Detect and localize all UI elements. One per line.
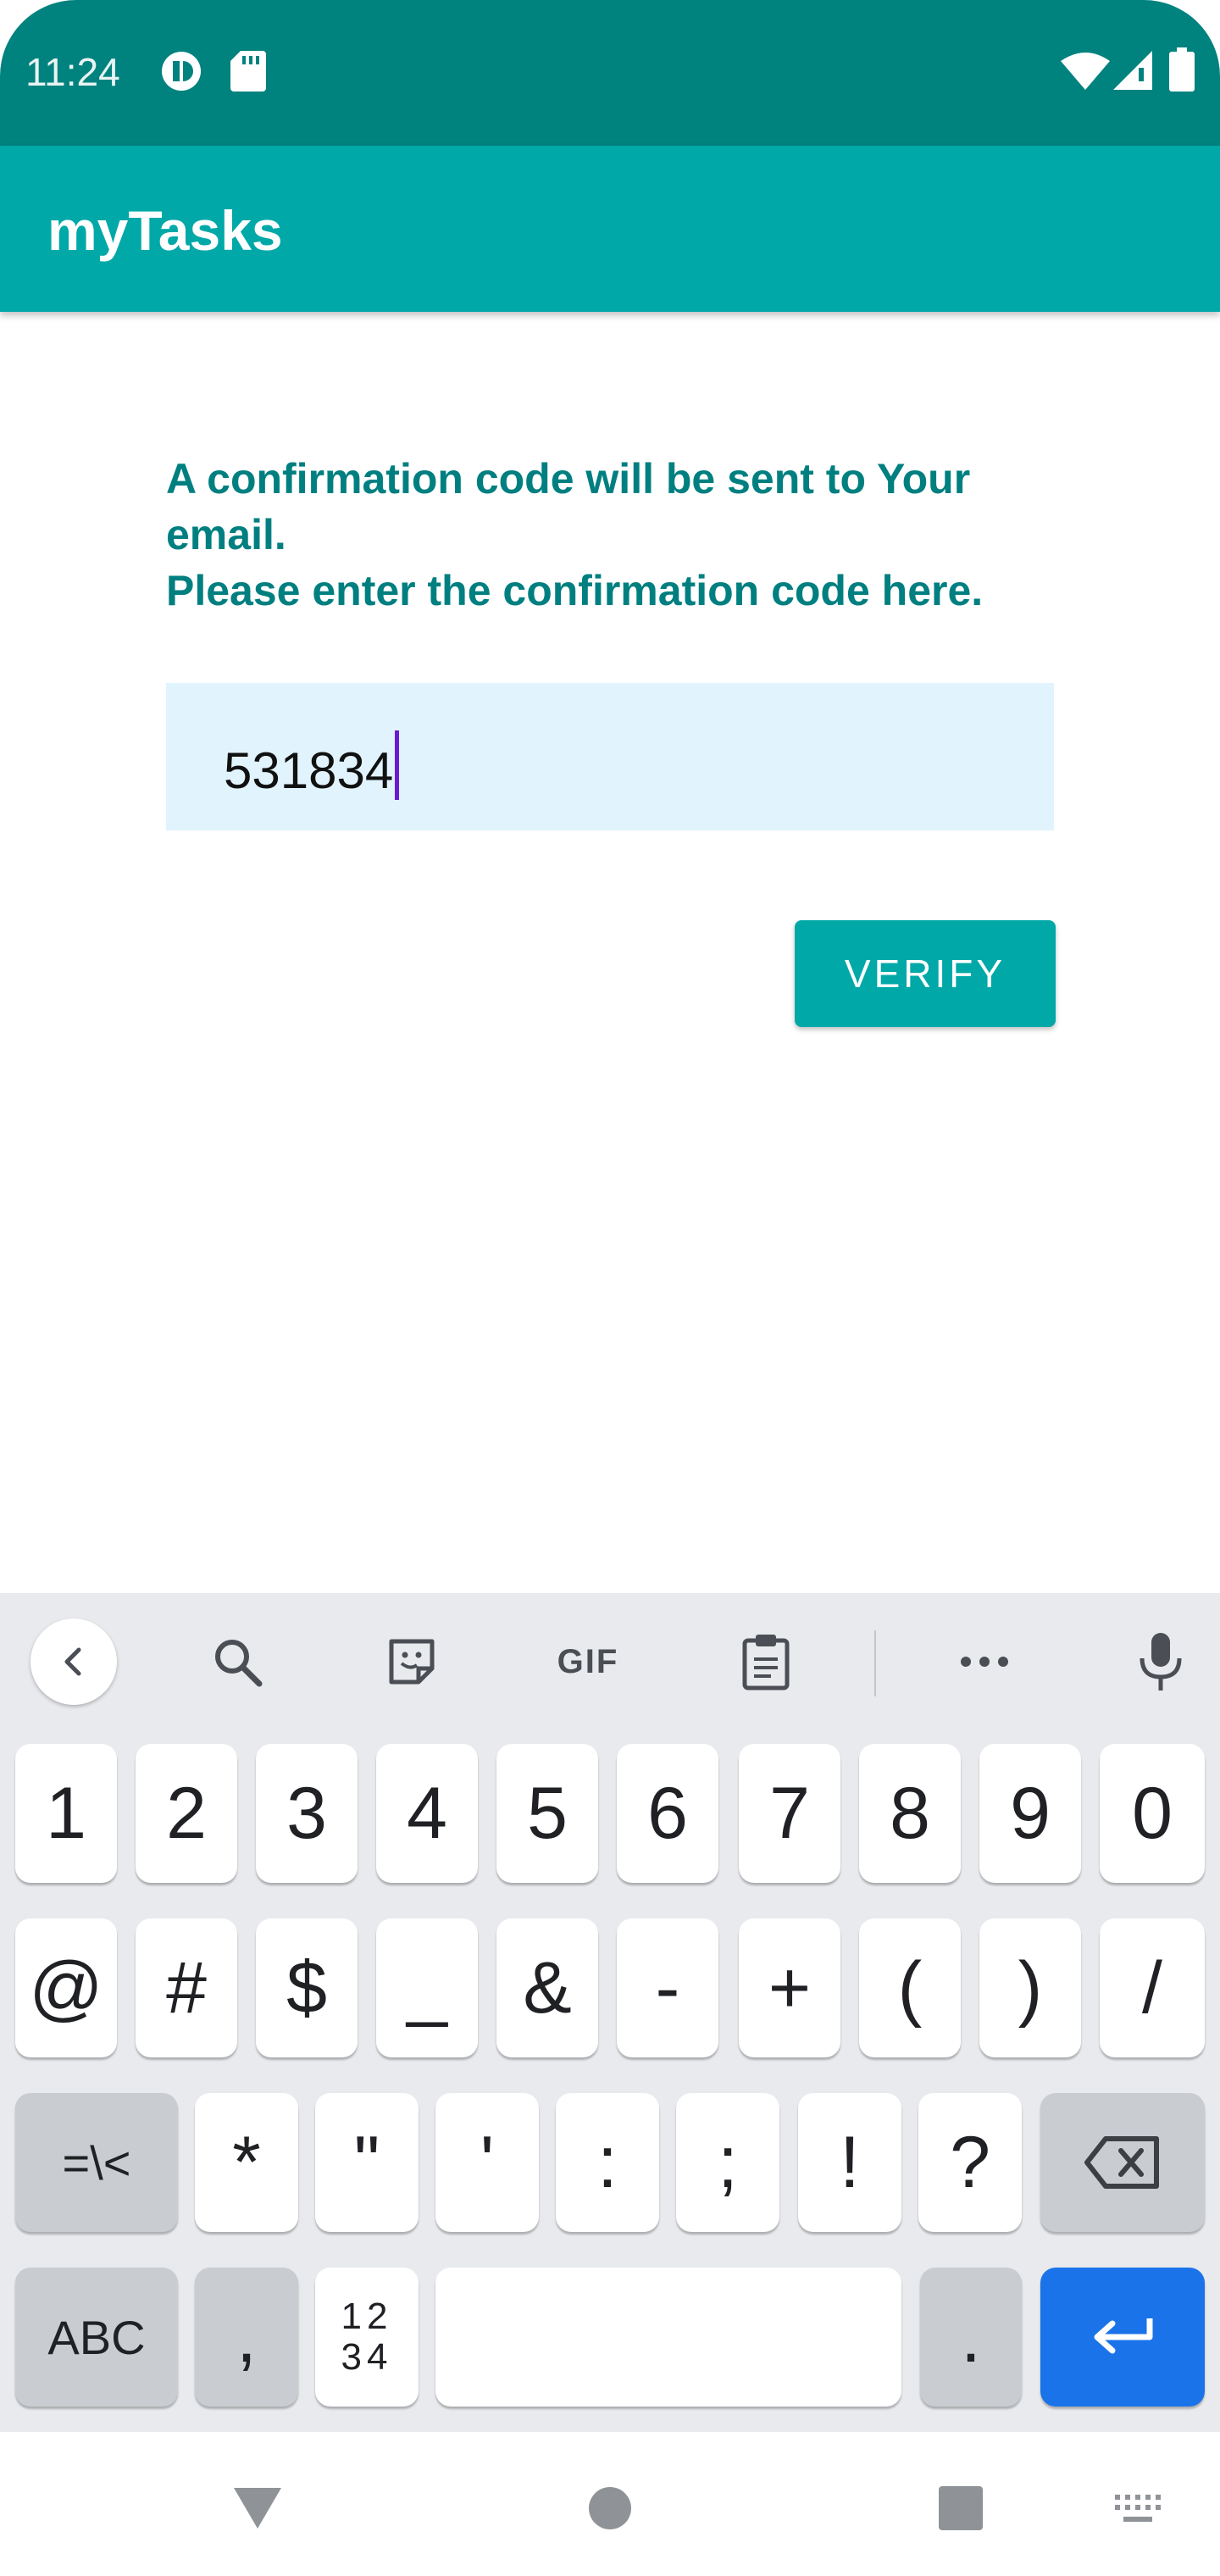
wifi-icon xyxy=(1061,53,1110,90)
chevron-left-icon xyxy=(64,1647,81,1676)
status-bar: 11:24 xyxy=(0,0,1220,146)
signal-icon xyxy=(1113,51,1152,90)
keyboard-voice-button[interactable] xyxy=(1118,1624,1203,1700)
key[interactable]: ' xyxy=(435,2093,539,2232)
backspace-key[interactable] xyxy=(1040,2093,1205,2232)
key[interactable]: * xyxy=(195,2093,298,2232)
toolbar-divider xyxy=(874,1630,876,1696)
soft-keyboard: GIF 1 2 3 4 5 6 7 8 9 0 @ # $ _ & - + (… xyxy=(0,1593,1220,2432)
numpad-key[interactable]: 12 34 xyxy=(315,2268,419,2407)
key[interactable]: + xyxy=(739,1918,840,2057)
comma-key[interactable]: , xyxy=(195,2268,298,2407)
period-key[interactable]: . xyxy=(920,2268,1022,2407)
clipboard-icon xyxy=(742,1635,790,1690)
key[interactable]: ? xyxy=(918,2093,1022,2232)
key[interactable]: 2 xyxy=(136,1744,237,1883)
key[interactable]: / xyxy=(1100,1918,1205,2057)
backspace-icon xyxy=(1084,2136,1159,2189)
key[interactable]: 3 xyxy=(256,1744,358,1883)
key[interactable]: ; xyxy=(676,2093,779,2232)
abc-key[interactable]: ABC xyxy=(15,2268,178,2407)
sticker-icon xyxy=(389,1639,435,1685)
confirmation-message: A confirmation code will be sent to Your… xyxy=(166,451,1064,619)
keyboard-sticker-button[interactable] xyxy=(369,1624,454,1700)
key[interactable]: 7 xyxy=(739,1744,840,1883)
message-line: Please enter the confirmation code here. xyxy=(166,567,984,614)
more-icon xyxy=(961,1657,1008,1667)
key[interactable]: " xyxy=(315,2093,419,2232)
key[interactable]: : xyxy=(556,2093,659,2232)
key[interactable]: 4 xyxy=(376,1744,478,1883)
key[interactable]: 5 xyxy=(496,1744,598,1883)
key[interactable]: ) xyxy=(979,1918,1081,2057)
key[interactable]: _ xyxy=(376,1918,478,2057)
text-cursor xyxy=(395,730,400,800)
keyboard-gif-button[interactable]: GIF xyxy=(546,1624,630,1700)
enter-icon xyxy=(1094,2318,1153,2354)
data-saver-icon xyxy=(162,52,201,91)
keyboard-toolbar: GIF xyxy=(0,1593,1220,1729)
verify-button[interactable]: VERIFY xyxy=(795,920,1056,1027)
navigation-bar xyxy=(0,2432,1220,2576)
keyboard-clipboard-button[interactable] xyxy=(724,1624,808,1700)
keyboard-more-button[interactable] xyxy=(942,1624,1027,1700)
status-time: 11:24 xyxy=(25,50,120,94)
numpad-label-top: 12 xyxy=(341,2296,393,2337)
microphone-icon xyxy=(1140,1633,1182,1690)
app-bar: myTasks xyxy=(0,146,1220,312)
symbol-mode-key[interactable]: =\< xyxy=(15,2093,178,2232)
key[interactable]: 9 xyxy=(979,1744,1081,1883)
confirmation-code-input[interactable]: 531834 xyxy=(166,683,1054,830)
key[interactable]: # xyxy=(136,1918,237,2057)
battery-icon xyxy=(1169,47,1195,92)
home-nav-icon[interactable] xyxy=(588,2486,632,2530)
message-line: A confirmation code will be sent to Your xyxy=(166,455,971,502)
enter-key[interactable] xyxy=(1040,2268,1205,2407)
key[interactable]: @ xyxy=(15,1918,117,2057)
key[interactable]: $ xyxy=(256,1918,358,2057)
key[interactable]: 8 xyxy=(859,1744,961,1883)
gif-label: GIF xyxy=(557,1642,619,1680)
keyboard-switch-icon[interactable] xyxy=(1113,2493,1162,2525)
space-key[interactable] xyxy=(435,2268,901,2407)
keyboard-back-button[interactable] xyxy=(30,1618,117,1705)
key[interactable]: 1 xyxy=(15,1744,117,1883)
key[interactable]: ! xyxy=(798,2093,901,2232)
key[interactable]: 0 xyxy=(1100,1744,1205,1883)
app-title: myTasks xyxy=(47,199,283,262)
code-value: 531834 xyxy=(224,742,394,799)
key[interactable]: & xyxy=(496,1918,598,2057)
sd-card-icon xyxy=(230,51,266,92)
key[interactable]: - xyxy=(617,1918,718,2057)
key[interactable]: 6 xyxy=(617,1744,718,1883)
back-nav-icon[interactable] xyxy=(232,2486,283,2530)
keyboard-search-button[interactable] xyxy=(195,1624,280,1700)
search-icon xyxy=(215,1640,263,1687)
message-line: email. xyxy=(166,511,286,558)
numpad-label-bottom: 34 xyxy=(341,2336,393,2378)
key[interactable]: ( xyxy=(859,1918,961,2057)
recents-nav-icon[interactable] xyxy=(939,2486,983,2530)
